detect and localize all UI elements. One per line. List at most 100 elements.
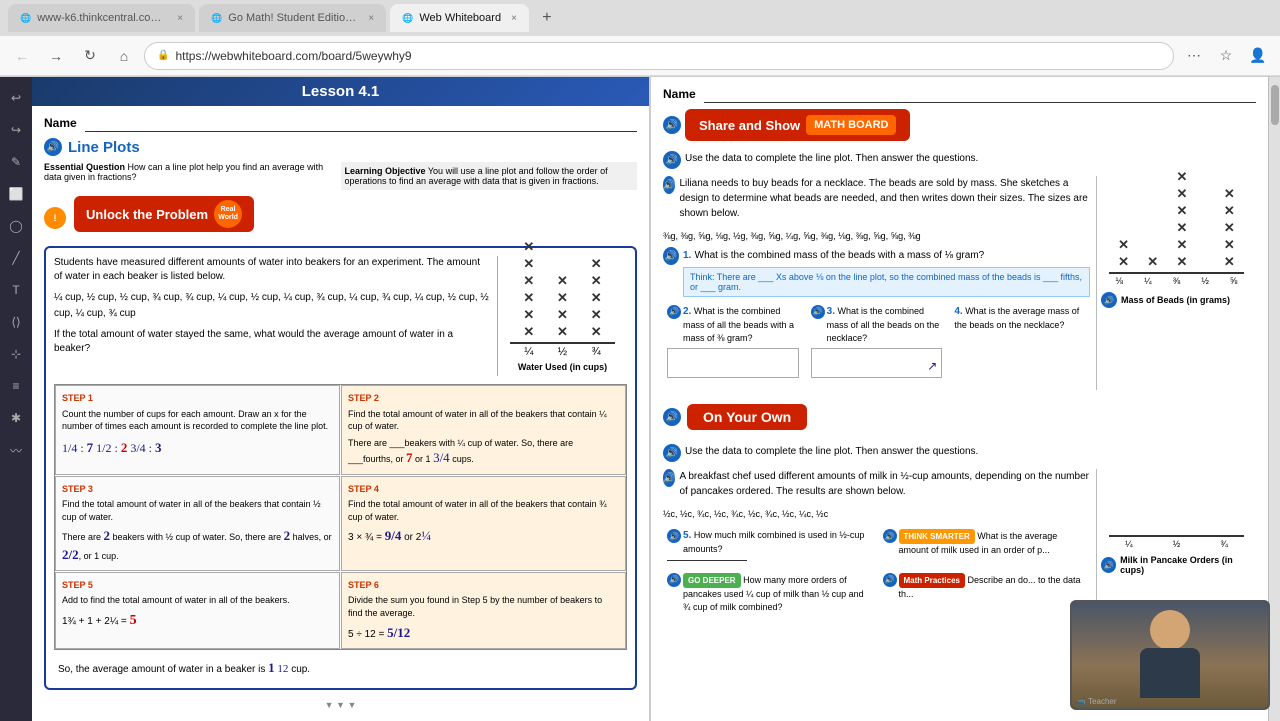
back-button[interactable]: ← bbox=[8, 42, 36, 70]
tool-star[interactable]: ✱ bbox=[3, 405, 29, 431]
q7-cell: 🔊 GO DEEPER How many more orders of panc… bbox=[663, 569, 875, 617]
q2-answer-area bbox=[667, 348, 799, 378]
new-tab-button[interactable]: + bbox=[533, 4, 561, 32]
share-show-audio-icon[interactable]: 🔊 bbox=[663, 116, 681, 134]
depth-badge: GO DEEPER bbox=[683, 573, 741, 588]
milk-plot-label-row: 🔊 Milk in Pancake Orders (in cups) bbox=[1101, 555, 1252, 575]
tab-thinkcentral[interactable]: 🌐 www-k6.thinkcentral.com/dash... × bbox=[8, 4, 195, 32]
tool-rect[interactable]: ⬜ bbox=[3, 181, 29, 207]
x-mark: ✕ bbox=[591, 324, 602, 340]
bead-problem-layout: 🔊 Liliana needs to buy beads for a neckl… bbox=[663, 176, 1256, 390]
tool-text[interactable]: T bbox=[3, 277, 29, 303]
oyo-problem-row: 🔊 A breakfast chef used different amount… bbox=[663, 469, 1090, 505]
nav-icons: ⋯ ☆ 👤 bbox=[1180, 42, 1272, 70]
q2-audio[interactable]: 🔊 bbox=[667, 305, 681, 319]
q6-cell: 🔊 THINK SMARTER What is the average amou… bbox=[879, 525, 1091, 565]
oyo-audio[interactable]: 🔊 bbox=[663, 408, 681, 426]
milk-data-text: ½c, ½c, ¾c, ½c, ¾c, ½c, ¾c, ½c, ¼c, ½c bbox=[663, 509, 1090, 519]
q3-answer-area: ↗ bbox=[811, 348, 943, 378]
bead-line-plot: ✕ ✕ ✕ ✕ ✕ ✕ ✕ ✕ bbox=[1096, 176, 1256, 390]
step2-detail: There are ___beakers with ¼ cup of water… bbox=[348, 437, 619, 468]
section-title-row: 🔊 Line Plots bbox=[44, 138, 637, 156]
q6-audio[interactable]: 🔊 bbox=[883, 529, 897, 543]
objective-block: Essential Question How can a line plot h… bbox=[44, 162, 637, 190]
milk-plot-audio[interactable]: 🔊 bbox=[1101, 557, 1116, 573]
x-mark: ✕ bbox=[523, 256, 534, 272]
bookmark-button[interactable]: ☆ bbox=[1212, 42, 1240, 70]
tab-whiteboard[interactable]: 🌐 Web Whiteboard × bbox=[390, 4, 529, 32]
oyo-instruction-audio[interactable]: 🔊 bbox=[663, 444, 681, 462]
profile-button[interactable]: 👤 bbox=[1244, 42, 1272, 70]
q4-cell: 4. What is the average mass of the beads… bbox=[950, 301, 1090, 382]
conclusion-text: So, the average amount of water in a bea… bbox=[54, 656, 627, 680]
bead-plot-audio[interactable]: 🔊 bbox=[1101, 292, 1117, 308]
x-mark: ✕ bbox=[1176, 254, 1187, 270]
lesson-header: Lesson 4.1 bbox=[32, 77, 649, 106]
threequarter-column: ✕ ✕ ✕ ✕ ✕ bbox=[591, 256, 602, 340]
scrollbar-thumb[interactable] bbox=[1271, 85, 1279, 125]
x-mark: ✕ bbox=[523, 273, 534, 289]
video-person: 📹 Teacher bbox=[1072, 602, 1268, 708]
q2-cell: 🔊 2. What is the combined mass of all th… bbox=[663, 301, 803, 382]
q8-audio[interactable]: 🔊 bbox=[883, 573, 897, 587]
share-show-button[interactable]: Share and Show MATH BOARD bbox=[685, 109, 910, 141]
scroll-indicator: ▼ ▼ ▼ bbox=[44, 698, 637, 712]
bead-x-marks: ✕ ✕ ✕ ✕ ✕ ✕ ✕ ✕ bbox=[1101, 180, 1252, 270]
tool-select[interactable]: ⟨⟩ bbox=[3, 309, 29, 335]
essential-block: Essential Question How can a line plot h… bbox=[44, 162, 333, 190]
forward-button[interactable]: → bbox=[42, 42, 70, 70]
person-body bbox=[1140, 648, 1200, 698]
refresh-button[interactable]: ↻ bbox=[76, 42, 104, 70]
x-mark: ✕ bbox=[557, 324, 568, 340]
q5-audio[interactable]: 🔊 bbox=[667, 529, 681, 543]
share-show-section: 🔊 Share and Show MATH BOARD bbox=[663, 109, 1256, 141]
extensions-button[interactable]: ⋯ bbox=[1180, 42, 1208, 70]
x-mark: ✕ bbox=[557, 290, 568, 306]
tab-close-whiteboard[interactable]: × bbox=[511, 13, 517, 24]
x-mark: ✕ bbox=[591, 256, 602, 272]
address-bar[interactable]: 🔒 https://webwhiteboard.com/board/5weywh… bbox=[144, 42, 1174, 70]
tool-pen[interactable]: ✎ bbox=[3, 149, 29, 175]
tool-redo[interactable]: ↪ bbox=[3, 117, 29, 143]
line-plot-area: ✕ ✕ ✕ ✕ ✕ ✕ ✕ ✕ ✕ bbox=[497, 256, 627, 376]
step-2-cell: STEP 2 Find the total amount of water in… bbox=[341, 385, 626, 475]
milk-plot-label: Milk in Pancake Orders (in cups) bbox=[1120, 555, 1252, 575]
tool-list[interactable]: ≡ bbox=[3, 373, 29, 399]
q3-audio[interactable]: 🔊 bbox=[811, 305, 825, 319]
x-mark: ✕ bbox=[557, 273, 568, 289]
milk-line-plot: ¼ ½ ¾ 🔊 Milk in Pancake Orders (in cups) bbox=[1096, 469, 1256, 617]
instruction-audio[interactable]: 🔊 bbox=[663, 151, 681, 169]
eighth-column: ✕ ✕ bbox=[1118, 237, 1129, 270]
problem-audio[interactable]: 🔊 bbox=[663, 176, 675, 194]
tool-line[interactable]: ╱ bbox=[3, 245, 29, 271]
tab-gomath[interactable]: 🌐 Go Math! Student Edition eBo... × bbox=[199, 4, 386, 32]
q8-cell: 🔊 Math Practices Describe an do... to th… bbox=[879, 569, 1091, 617]
q3-cell: 🔊 3. What is the combined mass of all th… bbox=[807, 301, 947, 382]
problem-box: Students have measured different amounts… bbox=[44, 246, 637, 690]
x-mark: ✕ bbox=[1147, 254, 1158, 270]
step-1-cell: STEP 1 Count the number of cups for each… bbox=[55, 385, 340, 475]
home-button[interactable]: ⌂ bbox=[110, 42, 138, 70]
video-overlay: 📹 Teacher bbox=[1070, 600, 1268, 710]
unlock-header: ! Unlock the Problem RealWorld bbox=[44, 196, 637, 240]
bead-sizes-text: ⅜g, ⅜g, ⅝g, ⅛g, ½g, ⅜g, ⅝g, ¼g, ⅝g, ⅜g, … bbox=[663, 231, 1090, 241]
axis-labels: ¼ ½ ¾ bbox=[502, 346, 623, 358]
half-column: ✕ ✕ ✕ ✕ bbox=[557, 273, 568, 340]
tab-close-thinkcentral[interactable]: × bbox=[177, 13, 183, 24]
right-name-row: Name bbox=[663, 85, 1256, 103]
step5-detail: 1¾ + 1 + 2¼ = 5 bbox=[62, 611, 333, 631]
oyo-problem-audio[interactable]: 🔊 bbox=[663, 469, 675, 487]
tool-stamp[interactable]: ⊹ bbox=[3, 341, 29, 367]
tool-undo[interactable]: ↩ bbox=[3, 85, 29, 111]
bead-problem-text-col: 🔊 Liliana needs to buy beads for a neckl… bbox=[663, 176, 1090, 390]
name-underline bbox=[85, 114, 637, 132]
tab-close-gomath[interactable]: × bbox=[368, 13, 374, 24]
q1-audio[interactable]: 🔊 bbox=[663, 247, 679, 265]
step-6-cell: STEP 6 Divide the sum you found in Step … bbox=[341, 572, 626, 649]
fiveeighth-column: ✕ ✕ ✕ ✕ ✕ bbox=[1224, 186, 1235, 270]
x-mark: ✕ bbox=[1176, 237, 1187, 253]
q7-audio[interactable]: 🔊 bbox=[667, 573, 681, 587]
tool-circle[interactable]: ◯ bbox=[3, 213, 29, 239]
tool-wave[interactable]: 〰 bbox=[3, 437, 29, 463]
step3-detail: There are 2 beakers with ½ cup of water.… bbox=[62, 527, 333, 563]
